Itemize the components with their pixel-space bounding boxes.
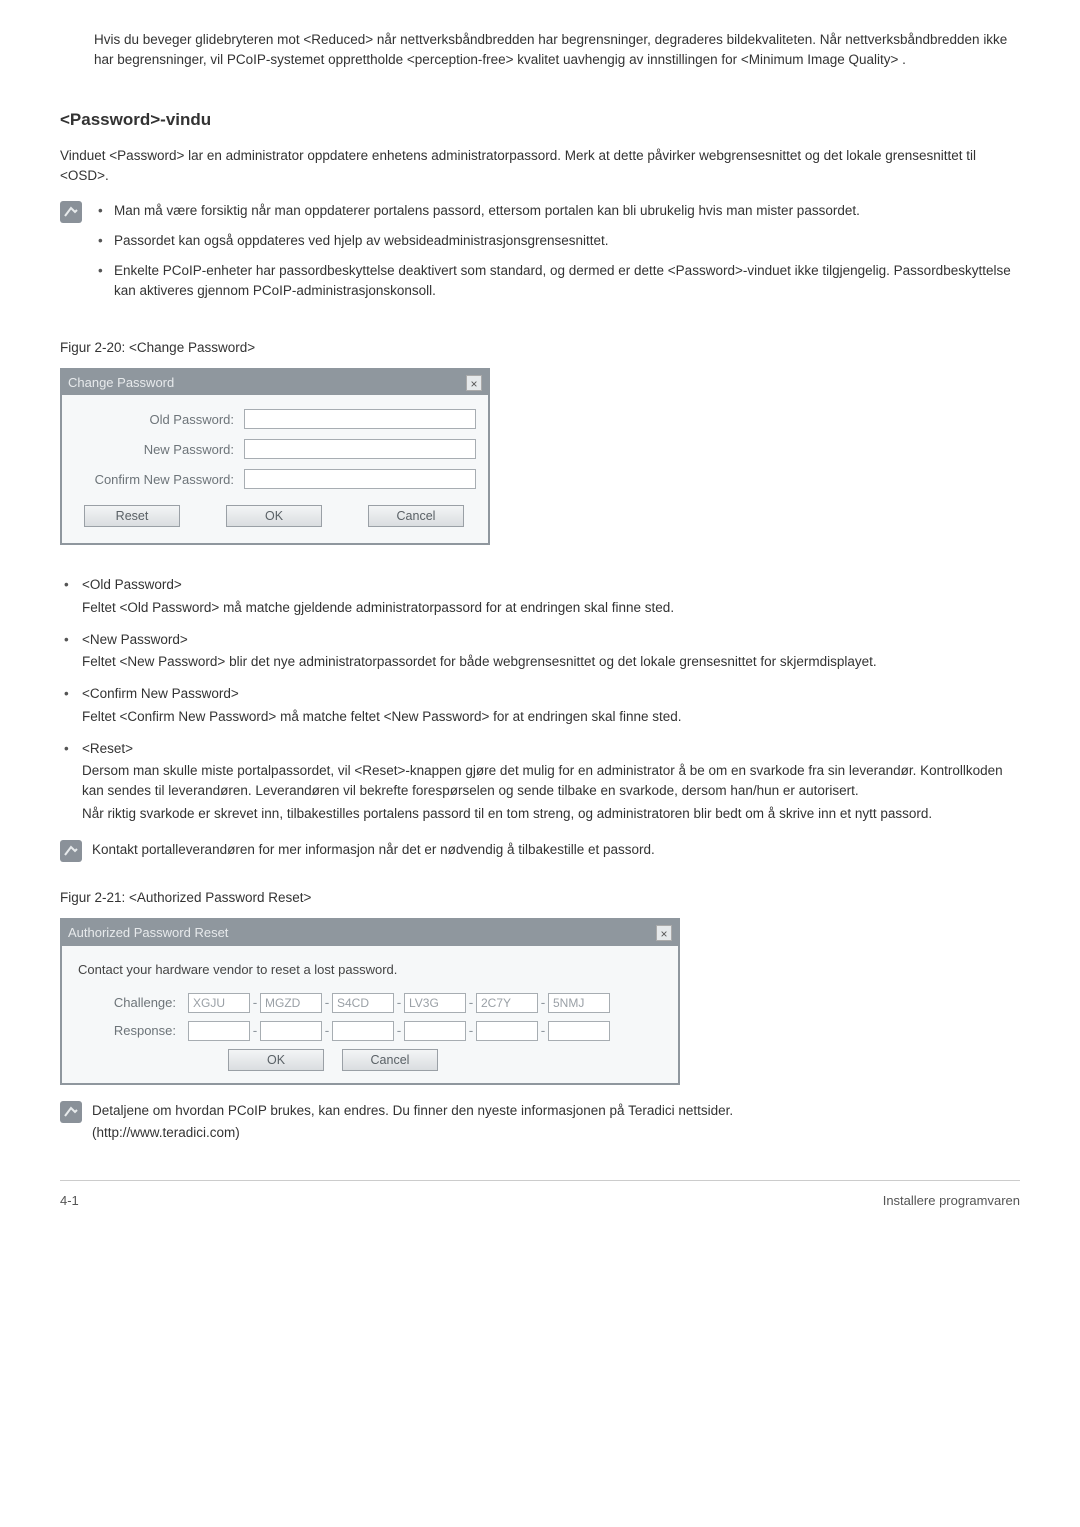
field-desc: Dersom man skulle miste portalpassordet,…	[82, 761, 1020, 802]
field-new-password: <New Password> Feltet <New Password> bli…	[60, 630, 1020, 673]
challenge-value: XGJU- MGZD- S4CD- LV3G- 2C7Y- 5NMJ	[188, 993, 610, 1013]
page-footer: 4-1 Installere programvaren	[60, 1191, 1020, 1211]
change-password-dialog: Change Password × Old Password: New Pass…	[60, 368, 490, 546]
confirm-password-label: Confirm New Password:	[74, 470, 244, 490]
challenge-seg-4: 2C7Y	[476, 993, 538, 1013]
note-block-1: Man må være forsiktig når man oppdaterer…	[60, 201, 1020, 312]
field-name: <Reset>	[82, 739, 1020, 759]
new-password-label: New Password:	[74, 440, 244, 460]
cancel-button[interactable]: Cancel	[342, 1049, 438, 1071]
dash-icon: -	[394, 1021, 404, 1041]
note1-item-1: Passordet kan også oppdateres ved hjelp …	[92, 231, 1020, 251]
section-title: <Password>-vindu	[60, 107, 1020, 133]
field-desc-2: Når riktig svarkode er skrevet inn, tilb…	[82, 804, 1020, 824]
intro-paragraph: Hvis du beveger glidebryteren mot <Reduc…	[94, 30, 1020, 71]
response-seg-0[interactable]	[188, 1021, 250, 1041]
note1-item-0: Man må være forsiktig når man oppdaterer…	[92, 201, 1020, 221]
ok-button[interactable]: OK	[228, 1049, 324, 1071]
authorized-reset-dialog: Authorized Password Reset × Contact your…	[60, 918, 680, 1085]
dash-icon: -	[538, 1021, 548, 1041]
cancel-button[interactable]: Cancel	[368, 505, 464, 527]
challenge-seg-5: 5NMJ	[548, 993, 610, 1013]
note-icon	[60, 840, 82, 862]
field-confirm-password: <Confirm New Password> Feltet <Confirm N…	[60, 684, 1020, 727]
note2-text: Kontakt portalleverandøren for mer infor…	[92, 840, 1020, 860]
old-password-label: Old Password:	[74, 410, 244, 430]
dash-icon: -	[394, 993, 404, 1013]
dialog-titlebar: Change Password ×	[62, 370, 488, 396]
response-input-group: - - - - -	[188, 1021, 610, 1041]
footer-rule	[60, 1180, 1020, 1181]
note-block-2: Kontakt portalleverandøren for mer infor…	[60, 840, 1020, 862]
footer-title: Installere programvaren	[883, 1191, 1020, 1211]
section-description: Vinduet <Password> lar en administrator …	[60, 146, 1020, 187]
response-seg-3[interactable]	[404, 1021, 466, 1041]
dash-icon: -	[466, 1021, 476, 1041]
challenge-seg-2: S4CD	[332, 993, 394, 1013]
ok-button[interactable]: OK	[226, 505, 322, 527]
response-seg-4[interactable]	[476, 1021, 538, 1041]
field-desc: Feltet <Old Password> må matche gjeldend…	[82, 598, 1020, 618]
dialog-titlebar: Authorized Password Reset ×	[62, 920, 678, 946]
dash-icon: -	[322, 1021, 332, 1041]
field-old-password: <Old Password> Feltet <Old Password> må …	[60, 575, 1020, 618]
note1-item-2: Enkelte PCoIP-enheter har passordbeskytt…	[92, 261, 1020, 302]
challenge-label: Challenge:	[78, 993, 188, 1013]
note3-line2: (http://www.teradici.com)	[92, 1123, 1020, 1143]
challenge-seg-3: LV3G	[404, 993, 466, 1013]
reset-button[interactable]: Reset	[84, 505, 180, 527]
confirm-password-input[interactable]	[244, 469, 476, 489]
field-name: <New Password>	[82, 630, 1020, 650]
dash-icon: -	[250, 1021, 260, 1041]
challenge-seg-1: MGZD	[260, 993, 322, 1013]
note-list-1: Man må være forsiktig når man oppdaterer…	[92, 201, 1020, 312]
response-seg-1[interactable]	[260, 1021, 322, 1041]
field-desc: Feltet <New Password> blir det nye admin…	[82, 652, 1020, 672]
response-seg-5[interactable]	[548, 1021, 610, 1041]
challenge-seg-0: XGJU	[188, 993, 250, 1013]
field-name: <Confirm New Password>	[82, 684, 1020, 704]
figure-caption-2: Figur 2-21: <Authorized Password Reset>	[60, 888, 1020, 908]
dialog-title: Authorized Password Reset	[68, 923, 228, 943]
note-block-3: Detaljene om hvordan PCoIP brukes, kan e…	[60, 1101, 1020, 1144]
dash-icon: -	[538, 993, 548, 1013]
dialog-title: Change Password	[68, 373, 174, 393]
dash-icon: -	[250, 993, 260, 1013]
close-icon[interactable]: ×	[656, 925, 672, 941]
dash-icon: -	[322, 993, 332, 1013]
new-password-input[interactable]	[244, 439, 476, 459]
field-name: <Old Password>	[82, 575, 1020, 595]
dash-icon: -	[466, 993, 476, 1013]
response-seg-2[interactable]	[332, 1021, 394, 1041]
old-password-input[interactable]	[244, 409, 476, 429]
note-icon	[60, 1101, 82, 1123]
dialog2-instruction: Contact your hardware vendor to reset a …	[78, 960, 662, 980]
field-reset: <Reset> Dersom man skulle miste portalpa…	[60, 739, 1020, 824]
page-number: 4-1	[60, 1191, 79, 1211]
response-label: Response:	[78, 1021, 188, 1041]
close-icon[interactable]: ×	[466, 375, 482, 391]
field-desc: Feltet <Confirm New Password> må matche …	[82, 707, 1020, 727]
note3-line1: Detaljene om hvordan PCoIP brukes, kan e…	[92, 1101, 1020, 1121]
note-icon	[60, 201, 82, 223]
figure-caption-1: Figur 2-20: <Change Password>	[60, 338, 1020, 358]
field-description-list: <Old Password> Feltet <Old Password> må …	[60, 575, 1020, 824]
